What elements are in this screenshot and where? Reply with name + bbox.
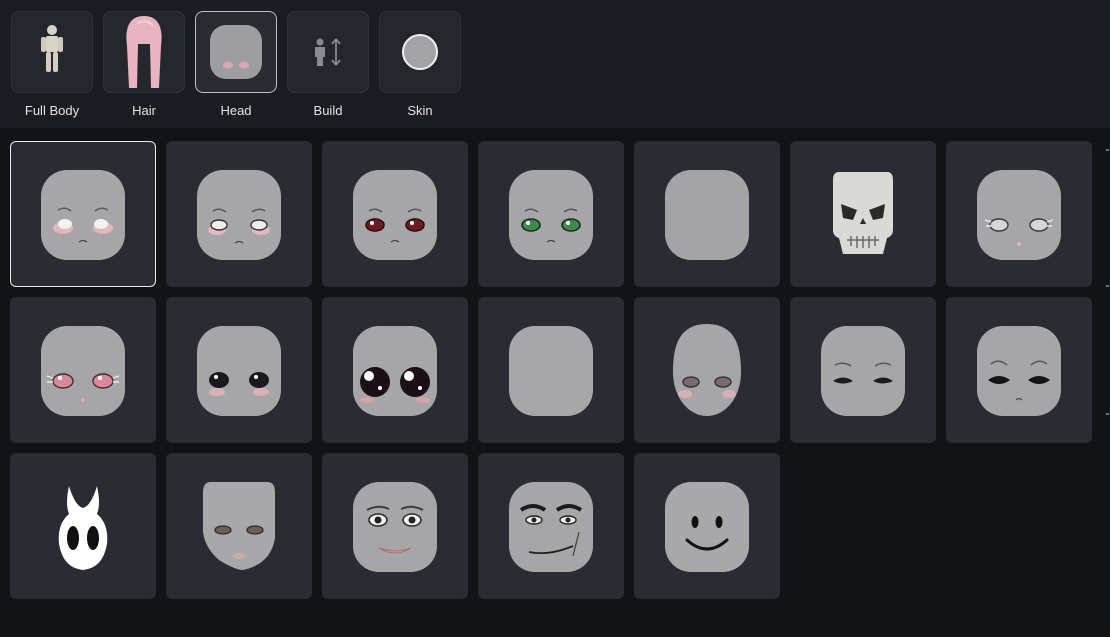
category-label: Head — [220, 103, 252, 118]
big-shiny-eyes-face-icon — [353, 326, 437, 416]
hair-icon — [126, 16, 162, 88]
sad-green-eyes-face-icon — [509, 170, 593, 260]
head-item-3[interactable] — [322, 141, 468, 287]
head-item-2[interactable] — [166, 141, 312, 287]
pink-eyes-face-icon — [41, 326, 125, 416]
category-build-button[interactable] — [287, 11, 369, 93]
smirk-man-face-icon — [509, 482, 593, 572]
head-item-13[interactable] — [790, 297, 936, 443]
head-item-15[interactable] — [10, 453, 156, 599]
head-item-14[interactable] — [946, 297, 1092, 443]
head-item-16[interactable] — [166, 453, 312, 599]
half-closed-eyes-face-icon — [821, 326, 905, 416]
sad-blush-face-icon — [197, 170, 281, 260]
head-item-1[interactable] — [10, 141, 156, 287]
head-item-11[interactable] — [478, 297, 624, 443]
classic-smile-face-icon — [665, 482, 749, 572]
skin-icon — [402, 34, 438, 70]
full-body-icon — [41, 25, 63, 72]
build-icon — [315, 38, 341, 66]
head-item-8[interactable] — [10, 297, 156, 443]
realistic-eyes-face-icon — [673, 324, 741, 416]
worried-dark-eyes-face-icon — [977, 326, 1061, 416]
dark-eyes-face-icon — [197, 326, 281, 416]
head-item-12[interactable] — [634, 297, 780, 443]
head-item-10[interactable] — [322, 297, 468, 443]
head-item-9[interactable] — [166, 297, 312, 443]
head-item-4[interactable] — [478, 141, 624, 287]
blank-face-icon — [665, 170, 749, 260]
skull-face-icon — [833, 172, 893, 254]
category-label: Build — [313, 103, 343, 118]
category-skin-button[interactable] — [379, 11, 461, 93]
head-icon — [210, 25, 262, 79]
head-item-6[interactable] — [790, 141, 936, 287]
head-item-17[interactable] — [322, 453, 468, 599]
sad-red-eyes-face-icon — [353, 170, 437, 260]
category-head-button[interactable] — [195, 11, 277, 93]
head-item-19[interactable] — [634, 453, 780, 599]
sad-blush-face-icon — [41, 170, 125, 260]
category-bar: Full Body Hair Head Build Skin — [0, 0, 1110, 128]
smiling-woman-face-icon — [353, 482, 437, 572]
category-full-body-button[interactable] — [11, 11, 93, 93]
hollow-mask-face-icon — [58, 486, 108, 570]
lash-grey-eyes-face-icon — [977, 170, 1061, 260]
category-hair-button[interactable] — [103, 11, 185, 93]
category-label: Full Body — [24, 103, 80, 118]
realistic-female-face-icon — [203, 482, 275, 570]
head-item-18[interactable] — [478, 453, 624, 599]
head-item-7[interactable] — [946, 141, 1092, 287]
category-label: Hair — [132, 103, 156, 118]
head-item-5[interactable] — [634, 141, 780, 287]
blank-face-icon — [509, 326, 593, 416]
head-grid — [0, 128, 1110, 637]
category-label: Skin — [407, 103, 433, 118]
